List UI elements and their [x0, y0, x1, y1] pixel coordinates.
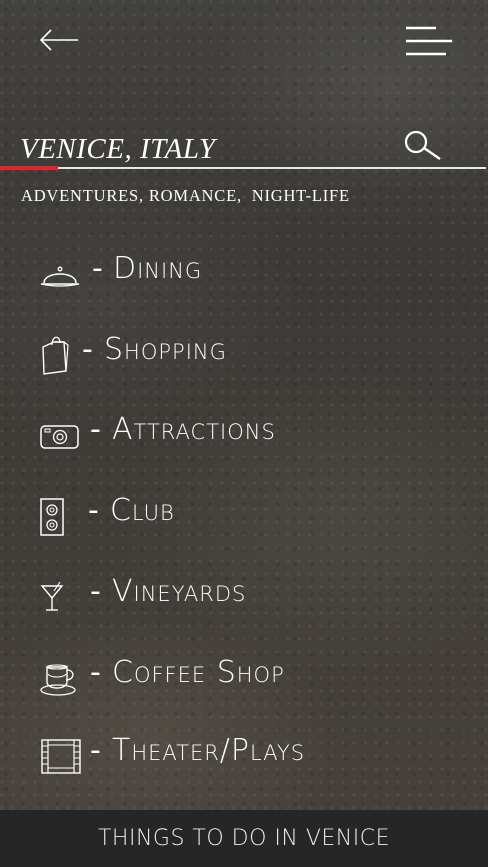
category-dash: -	[90, 574, 101, 609]
category-label: Club	[110, 493, 175, 528]
category-label: Vineyards	[112, 574, 247, 609]
category-label: Dining	[113, 251, 203, 286]
cocktail-glass-icon	[40, 581, 64, 611]
footer-title: THINGS TO DO IN VENICE	[97, 826, 391, 851]
category-label: Coffee Shop	[112, 655, 285, 690]
search-underline	[0, 167, 486, 169]
search-button[interactable]	[402, 128, 446, 162]
category-club[interactable]: - Club	[40, 491, 440, 541]
category-dash: -	[90, 412, 101, 447]
hamburger-menu-icon	[406, 26, 452, 56]
category-dash: -	[90, 733, 101, 768]
menu-button[interactable]	[402, 22, 454, 62]
category-attractions[interactable]: - Attractions	[40, 410, 440, 460]
category-coffee-shop[interactable]: - Coffee Shop	[40, 653, 440, 703]
shopping-bag-icon	[42, 336, 69, 375]
footer-bar: THINGS TO DO IN VENICE	[0, 810, 488, 867]
category-dash: -	[92, 251, 103, 286]
category-label: Theater/Plays	[112, 733, 306, 768]
tagline: ADVENTURES, ROMANCE, NIGHT-LIFE	[21, 186, 350, 205]
category-dash: -	[90, 655, 101, 690]
film-strip-icon	[41, 739, 81, 774]
cloche-icon	[40, 266, 80, 287]
speaker-icon	[40, 498, 64, 536]
category-label: Shopping	[104, 332, 227, 367]
category-dining[interactable]: - Dining	[40, 249, 440, 299]
category-vineyards[interactable]: - Vineyards	[40, 572, 440, 622]
back-button[interactable]	[38, 26, 80, 54]
search-accent-bar	[0, 166, 58, 170]
category-theater-plays[interactable]: - Theater/Plays	[40, 731, 440, 781]
camera-icon	[40, 425, 79, 449]
arrow-left-icon	[39, 29, 78, 51]
search-bar	[0, 120, 488, 172]
search-input[interactable]	[20, 130, 380, 168]
category-label: Attractions	[112, 412, 276, 447]
category-dash: -	[88, 493, 99, 528]
search-icon	[404, 130, 441, 160]
coffee-cup-icon	[40, 664, 76, 696]
category-dash: -	[82, 332, 93, 367]
category-shopping[interactable]: - Shopping	[40, 330, 440, 380]
